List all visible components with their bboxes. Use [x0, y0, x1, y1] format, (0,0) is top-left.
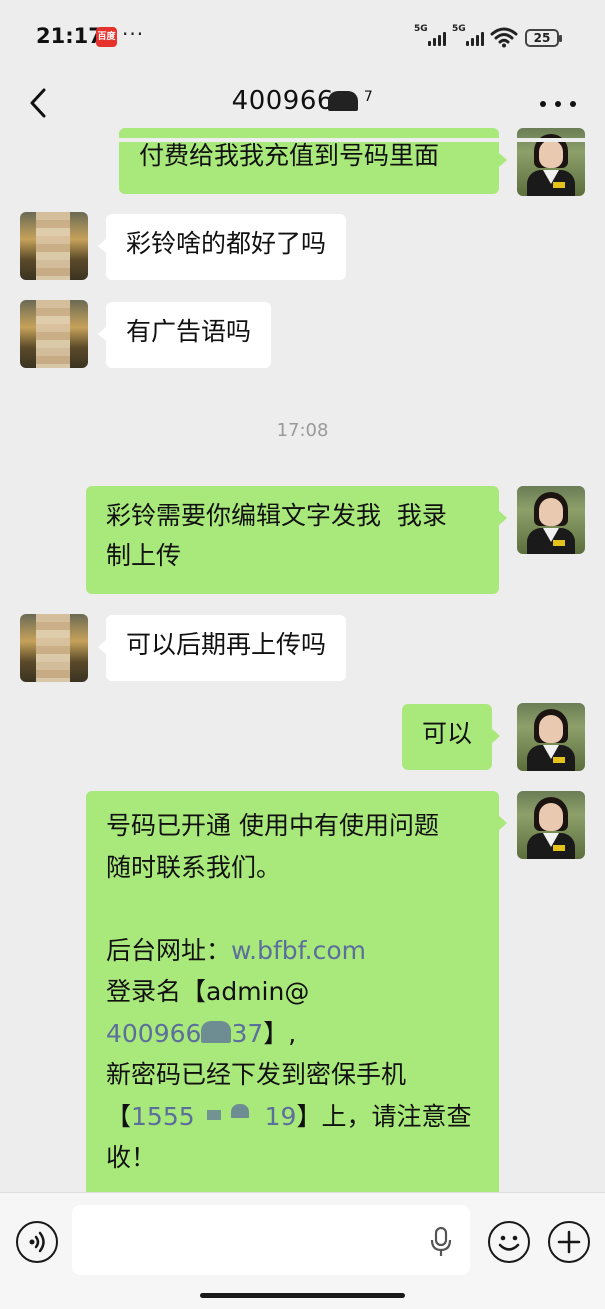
chat-title: 400966 7 [0, 86, 605, 116]
more-functions-button[interactable] [548, 1221, 590, 1263]
message-text: 】上，请注意查 [296, 1101, 472, 1131]
message-line: 随时联系我们。 [106, 852, 282, 882]
message-input[interactable] [72, 1205, 470, 1275]
voice-icon [29, 1231, 45, 1253]
more-dot [555, 101, 561, 107]
message-line: 登录名【admin@ [106, 977, 310, 1006]
message-line: 收！ [106, 1143, 157, 1172]
redaction-mark [194, 1103, 265, 1126]
phone-number-link[interactable]: 1555 [131, 1102, 195, 1131]
wifi-icon [490, 27, 518, 48]
message-line: 号码已开通 使用中有使用问题 [106, 811, 439, 840]
message-bubble-sent[interactable]: 彩铃需要你编辑文字发我 我录 制上传 [86, 486, 507, 594]
phone-number-link-end[interactable]: 19 [265, 1102, 297, 1131]
more-options-button[interactable] [536, 82, 580, 124]
contact-avatar[interactable] [20, 212, 88, 280]
plus-icon [557, 1230, 581, 1254]
my-avatar[interactable] [517, 486, 585, 554]
network-type-label: 5G [452, 24, 466, 34]
message-line: 后台网址：w.bfbf.com [106, 930, 479, 972]
app-notification-icon: 百度 [96, 27, 117, 47]
backend-url-label: 后台网址： [106, 935, 232, 965]
backend-url-link[interactable]: w.bfbf.com [231, 936, 366, 965]
contact-avatar[interactable] [20, 300, 88, 368]
login-number-link[interactable]: 400966 [106, 1019, 201, 1048]
login-number-link-end[interactable]: 37 [231, 1019, 263, 1048]
message-bubble-sent-account-info[interactable]: 号码已开通 使用中有使用问题 随时联系我们。 后台网址：w.bfbf.com 登… [86, 791, 507, 1211]
status-time: 21:17 [36, 24, 103, 48]
timestamp-separator: 17:08 [276, 420, 329, 441]
message-line: 400966 37】, [106, 1013, 479, 1055]
emoji-icon [498, 1235, 520, 1251]
my-avatar[interactable] [517, 791, 585, 859]
chat-title-suffix: 7 [363, 89, 374, 105]
message-text: 】, [263, 1018, 297, 1048]
home-indicator[interactable] [200, 1293, 405, 1298]
contact-avatar[interactable] [20, 614, 88, 682]
scroll-edge [0, 138, 605, 142]
message-bubble-received[interactable]: 有广告语吗 [97, 302, 272, 368]
redaction-mark [327, 91, 358, 111]
redaction-mark [201, 1020, 232, 1043]
message-bubble-received[interactable]: 彩铃啥的都好了吗 [97, 214, 347, 280]
message-text: 【 [106, 1101, 132, 1131]
status-more-icon: ··· [122, 22, 145, 46]
message-line: 【1555 19】上，请注意查 [106, 1096, 479, 1138]
message-bubble-received[interactable]: 可以后期再上传吗 [97, 615, 347, 681]
input-bar [0, 1192, 605, 1309]
more-dot [570, 101, 576, 107]
chat-title-number: 400966 [231, 86, 334, 116]
network-type-label: 5G [414, 24, 428, 34]
my-avatar[interactable] [517, 703, 585, 771]
mic-icon[interactable] [430, 1227, 452, 1257]
battery-icon: 25 [525, 29, 562, 47]
emoji-button[interactable] [488, 1221, 530, 1263]
message-line: 新密码已经下发到密保手机 [106, 1060, 407, 1089]
more-dots-icon [540, 101, 546, 107]
voice-input-button[interactable] [16, 1221, 58, 1263]
status-bar: 21:17 百度 ··· 5G 5G 25 [0, 0, 605, 72]
message-bubble-sent[interactable]: 可以 [402, 704, 501, 770]
